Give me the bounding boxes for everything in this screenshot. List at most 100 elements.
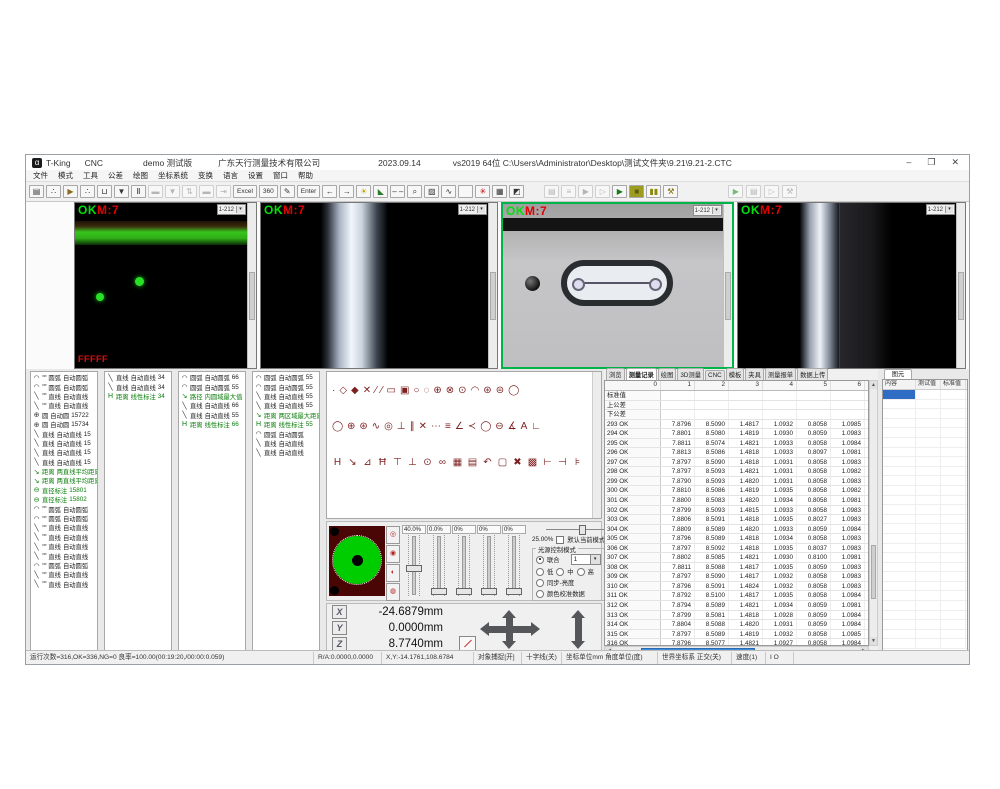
image-button[interactable]: ◣ bbox=[373, 185, 388, 198]
tab-测量记录[interactable]: 测量记录 bbox=[626, 368, 657, 380]
tab-数据上传[interactable]: 数据上传 bbox=[797, 368, 828, 380]
pattern-button[interactable]: ▨ bbox=[424, 185, 439, 198]
list-item[interactable]: ╲直线自动直线 bbox=[253, 448, 319, 457]
table-row[interactable]: 303 OK7.88068.50911.48181.09350.80271.09… bbox=[605, 515, 868, 525]
list-item[interactable]: ◠圆弧自动圆弧55 bbox=[179, 382, 245, 391]
tool-icon[interactable]: ∿ bbox=[372, 421, 380, 432]
table-row[interactable]: 313 OK7.87998.50811.48181.09280.80591.09… bbox=[605, 611, 868, 621]
stage-home-button[interactable]: ⊔ bbox=[97, 185, 112, 198]
camera-1-zoom-select[interactable]: 1-212▾ bbox=[217, 204, 246, 215]
table-row[interactable]: 309 OK7.87978.50901.48171.09320.80581.09… bbox=[605, 572, 868, 582]
pause-button[interactable]: ▮▮ bbox=[646, 185, 661, 198]
table-row[interactable]: 298 OK7.87978.50931.48211.09310.80581.09… bbox=[605, 467, 868, 477]
close-button[interactable]: ✕ bbox=[951, 157, 959, 168]
tool-icon[interactable]: ⊢ bbox=[542, 457, 553, 468]
table-row[interactable] bbox=[883, 438, 967, 448]
table-row[interactable]: 307 OK7.88028.50851.48211.09300.81001.09… bbox=[605, 553, 868, 563]
slider-track[interactable] bbox=[408, 535, 420, 596]
tool-icon[interactable]: ✕ bbox=[419, 421, 427, 432]
stop-button[interactable]: ■ bbox=[629, 185, 644, 198]
play-to-end-button[interactable]: ▶ bbox=[612, 185, 627, 198]
xy-jog-pad[interactable] bbox=[479, 611, 555, 649]
list-item[interactable]: ↘距离两直线平均距离 bbox=[31, 467, 97, 476]
tool-icon[interactable]: ≡ bbox=[445, 421, 451, 432]
slider-track[interactable] bbox=[483, 535, 495, 596]
open-button[interactable]: ▶ bbox=[63, 185, 78, 198]
tool-icon[interactable]: ∟ bbox=[531, 421, 541, 432]
table-row[interactable] bbox=[883, 544, 967, 554]
axis-updown-button[interactable]: ⇅ bbox=[182, 185, 197, 198]
table-row[interactable] bbox=[883, 572, 967, 582]
scroll-down-icon[interactable]: ▼ bbox=[870, 637, 877, 645]
slider-thumb[interactable] bbox=[481, 588, 497, 595]
menu-item-窗口[interactable]: 窗口 bbox=[273, 170, 288, 181]
tool-icon[interactable]: ≺ bbox=[468, 421, 476, 432]
star-button[interactable]: ✳ bbox=[475, 185, 490, 198]
grid-vscrollbar[interactable]: ▲ ▼ bbox=[869, 380, 878, 646]
sign-pen-button[interactable]: ✎ bbox=[280, 185, 295, 198]
table-row[interactable] bbox=[883, 630, 967, 640]
list-item[interactable]: ╲直线自动直线55 bbox=[253, 392, 319, 401]
save-2-button[interactable]: ▤ bbox=[544, 185, 559, 198]
tool-icon[interactable]: ⊙ bbox=[422, 457, 433, 468]
slider-thumb[interactable] bbox=[506, 588, 522, 595]
list-item[interactable]: ◠圆弧自动圆弧66 bbox=[179, 373, 245, 382]
tool-icon[interactable]: ⋯ bbox=[431, 421, 441, 432]
table-row[interactable] bbox=[883, 582, 967, 592]
light-channel-slider[interactable]: 0% bbox=[452, 525, 476, 596]
tool-icon[interactable]: ◌ bbox=[423, 385, 429, 396]
tool-icon[interactable]: ⊥ bbox=[407, 457, 418, 468]
list-item[interactable]: ╲直线自动直线15 bbox=[31, 448, 97, 457]
table-row[interactable] bbox=[883, 591, 967, 601]
tool-icon[interactable]: ▣ bbox=[400, 385, 409, 396]
tool-icon[interactable]: ▦ bbox=[452, 457, 463, 468]
camera-4-view[interactable]: OKM:7 1-212▾ bbox=[737, 202, 966, 369]
play-button[interactable]: ▷ bbox=[595, 185, 610, 198]
table-row[interactable] bbox=[883, 639, 967, 649]
z-jog-pad[interactable] bbox=[571, 611, 587, 649]
light-channel-slider[interactable]: 0% bbox=[502, 525, 526, 596]
play-2-button[interactable]: ▶ bbox=[728, 185, 743, 198]
tool-icon[interactable]: ▩ bbox=[527, 457, 538, 468]
radio-color-cal[interactable] bbox=[536, 590, 544, 598]
list-item[interactable]: ↘距离两直线平均距离 bbox=[31, 476, 97, 485]
menu-item-坐标系统[interactable]: 坐标系统 bbox=[158, 170, 188, 181]
tool-icon[interactable]: ⊙ bbox=[458, 385, 466, 396]
chevron-down-icon[interactable]: ▾ bbox=[945, 206, 953, 213]
table-row[interactable] bbox=[883, 419, 967, 429]
blank-button[interactable] bbox=[458, 185, 473, 198]
camera-2-view[interactable]: OKM:7 1-212▾ bbox=[260, 202, 498, 369]
table-row[interactable] bbox=[883, 496, 967, 506]
table-row[interactable] bbox=[883, 400, 967, 410]
channel-select[interactable]: 1 ▾ bbox=[571, 554, 601, 565]
ring-segment-button[interactable]: ◐ bbox=[386, 564, 400, 582]
light-channel-slider[interactable]: 0.0% bbox=[427, 525, 451, 596]
list-item[interactable]: ╲直线自动直线15 bbox=[31, 458, 97, 467]
camera-4-zoom-select[interactable]: 1-212▾ bbox=[926, 204, 955, 215]
menu-item-设置[interactable]: 设置 bbox=[248, 170, 263, 181]
tool-icon[interactable]: ⊥ bbox=[397, 421, 406, 432]
tool-icon[interactable]: ⊤ bbox=[392, 457, 403, 468]
save-more-button[interactable]: ∴ bbox=[46, 185, 61, 198]
tool-icon[interactable]: ⊕ bbox=[433, 385, 441, 396]
list-item[interactable]: ◠圆弧自动圆弧55 bbox=[253, 382, 319, 391]
list-item[interactable]: H距离线性标注66 bbox=[179, 420, 245, 429]
table-row[interactable] bbox=[883, 448, 967, 458]
tool-icon[interactable]: · bbox=[332, 385, 335, 396]
list-item[interactable]: ╲直线自动直线55 bbox=[179, 411, 245, 420]
table-row[interactable] bbox=[883, 611, 967, 621]
list-item[interactable]: ╲***直线自动直线 bbox=[31, 542, 97, 551]
menu-item-绘图[interactable]: 绘图 bbox=[133, 170, 148, 181]
table-row[interactable] bbox=[883, 534, 967, 544]
tool-icon[interactable]: ∥ bbox=[410, 421, 415, 432]
table-row[interactable] bbox=[883, 428, 967, 438]
camera-4-scrollbar[interactable] bbox=[956, 203, 965, 368]
table-row[interactable]: 297 OK7.87978.50901.48181.09310.80581.09… bbox=[605, 458, 868, 468]
tab-3D测量[interactable]: 3D测量 bbox=[677, 368, 704, 380]
tool-icon[interactable]: ∕ bbox=[375, 385, 377, 396]
open-2-button[interactable]: ▷ bbox=[764, 185, 779, 198]
table-row[interactable]: 305 OK7.87968.50891.48181.09340.80581.09… bbox=[605, 534, 868, 544]
tool-icon[interactable]: ◠ bbox=[471, 385, 480, 396]
camera-2-zoom-select[interactable]: 1-212▾ bbox=[458, 204, 487, 215]
list-item[interactable]: ╲直线自动直线34 bbox=[105, 373, 171, 382]
